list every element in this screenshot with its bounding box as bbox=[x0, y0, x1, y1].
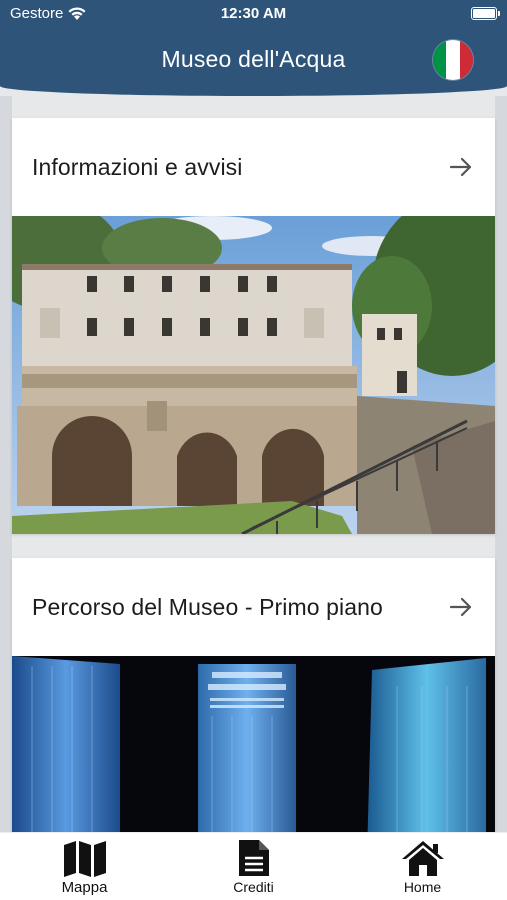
right-margin bbox=[495, 96, 507, 832]
card-percorso[interactable]: Percorso del Museo - Primo piano bbox=[12, 558, 495, 832]
home-icon bbox=[401, 841, 444, 876]
italian-flag-icon[interactable] bbox=[433, 40, 473, 80]
nav-label: Home bbox=[403, 879, 442, 895]
nav-label: Mappa bbox=[61, 879, 108, 896]
app-header: Gestore 12:30 AM Museo dell'Acqua bbox=[0, 0, 507, 96]
nav-item-crediti[interactable]: Crediti bbox=[169, 833, 338, 900]
nav-label: Crediti bbox=[233, 879, 274, 895]
nav-item-mappa[interactable]: Mappa bbox=[0, 833, 169, 900]
document-icon bbox=[238, 840, 269, 876]
clock: 12:30 AM bbox=[220, 5, 287, 22]
battery-icon bbox=[471, 7, 500, 20]
card-informazioni[interactable]: Informazioni e avvisi bbox=[12, 118, 495, 534]
page-title: Museo dell'Acqua bbox=[161, 46, 346, 72]
arrow-right-icon[interactable] bbox=[447, 593, 475, 621]
card-title: Percorso del Museo - Primo piano bbox=[32, 593, 383, 620]
exhibition-room-photo[interactable] bbox=[12, 656, 495, 832]
content-area[interactable]: Informazioni e avvisi Percorso del Museo… bbox=[0, 96, 507, 832]
card-header[interactable]: Informazioni e avvisi bbox=[12, 118, 495, 216]
map-icon bbox=[63, 841, 106, 877]
arrow-right-icon[interactable] bbox=[447, 153, 475, 181]
card-header[interactable]: Percorso del Museo - Primo piano bbox=[12, 558, 495, 656]
card-title: Informazioni e avvisi bbox=[32, 153, 243, 180]
bottom-nav: Mappa Crediti Home bbox=[0, 832, 507, 900]
status-bar: Gestore 12:30 AM bbox=[0, 0, 507, 28]
nav-item-home[interactable]: Home bbox=[338, 833, 507, 900]
museum-building-photo[interactable] bbox=[12, 216, 495, 534]
left-margin bbox=[0, 96, 12, 832]
